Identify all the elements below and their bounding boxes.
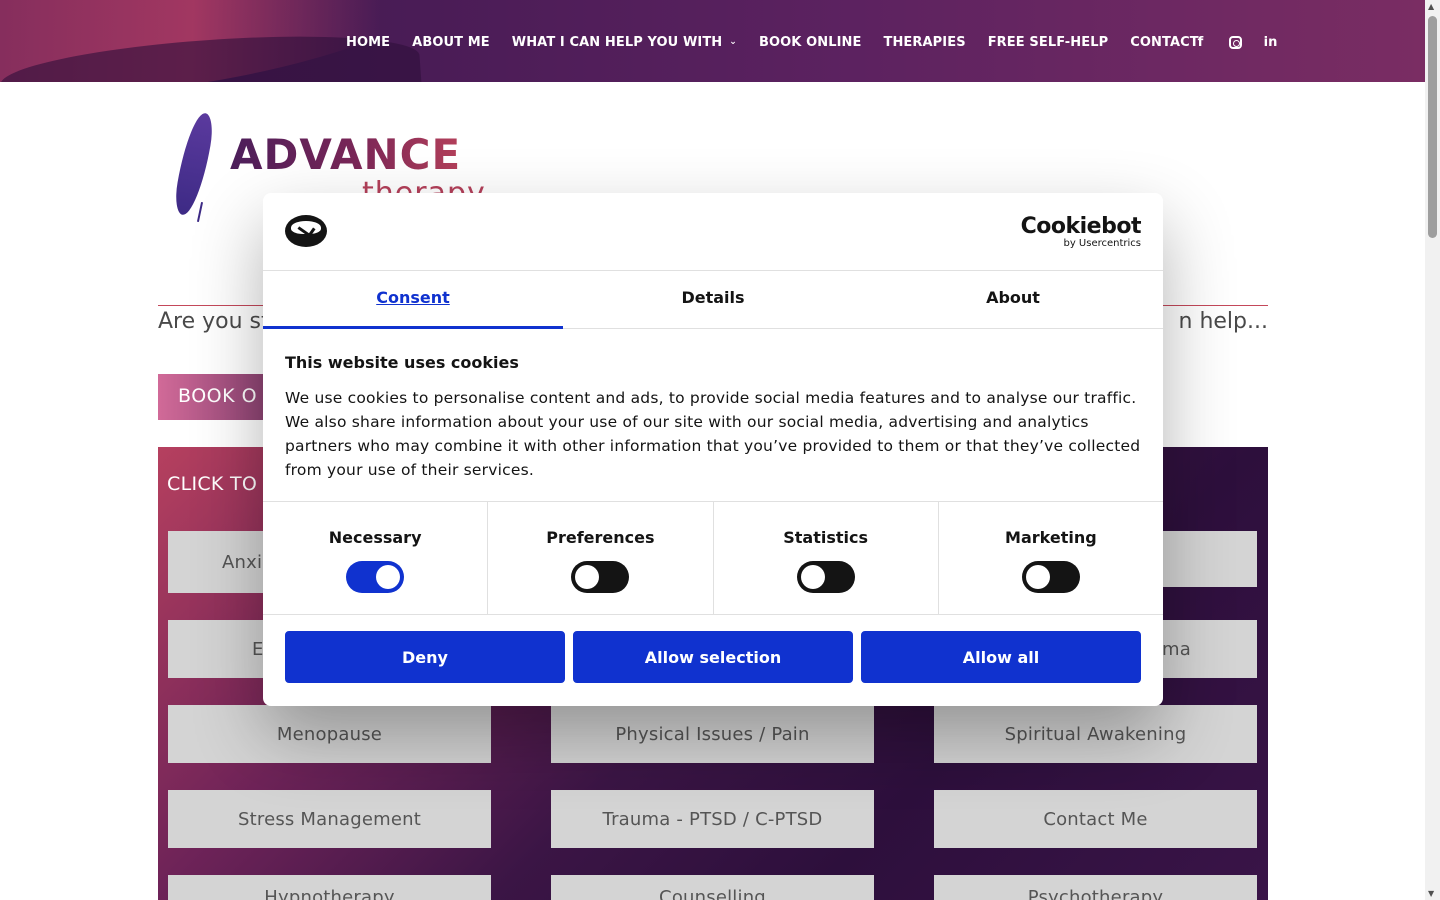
nav-book-online[interactable]: BOOK ONLINE: [759, 33, 862, 51]
nav-about-me[interactable]: ABOUT ME: [412, 33, 490, 51]
topic-label: Counselling: [659, 887, 766, 900]
category-label: Preferences: [546, 528, 655, 547]
top-navigation-bar: HOME ABOUT ME WHAT I CAN HELP YOU WITH ⌄ …: [0, 0, 1425, 82]
allow-selection-button[interactable]: Allow selection: [573, 631, 853, 683]
category-label: Marketing: [1005, 528, 1097, 547]
topic-trauma[interactable]: Trauma - PTSD / C-PTSD: [551, 790, 874, 848]
preferences-toggle[interactable]: [571, 561, 630, 593]
cookiebot-brand: Cookiebot by Usercentrics: [1020, 214, 1142, 249]
linkedin-icon[interactable]: in: [1253, 32, 1288, 52]
instagram-icon[interactable]: [1218, 32, 1253, 52]
cookie-category-toggles: Necessary Preferences Statistics Marketi…: [263, 501, 1163, 615]
cookiebot-logo-icon: [285, 215, 327, 247]
category-label: Necessary: [328, 528, 422, 547]
facebook-icon[interactable]: f: [1183, 32, 1218, 52]
dialog-header: Cookiebot by Usercentrics: [263, 193, 1163, 271]
statistics-toggle[interactable]: [796, 561, 855, 593]
nav-what-i-can-help-with-label: WHAT I CAN HELP YOU WITH: [511, 34, 723, 50]
main-menu: HOME ABOUT ME WHAT I CAN HELP YOU WITH ⌄ …: [346, 33, 1221, 51]
scroll-up-icon[interactable]: ▲: [1428, 2, 1434, 11]
cookiebot-brand-sub: by Usercentrics: [1063, 238, 1141, 249]
category-necessary: Necessary: [263, 502, 489, 614]
cookie-consent-dialog: Cookiebot by Usercentrics Consent Detail…: [263, 193, 1163, 706]
topic-menopause[interactable]: Menopause: [168, 705, 491, 763]
headline-end: n help...: [1178, 309, 1268, 334]
headline-start: Are you st: [158, 309, 270, 334]
topic-label: Psychotherapy: [1027, 887, 1164, 900]
category-label: Statistics: [783, 528, 868, 547]
feather-stem: [196, 202, 204, 222]
nav-home[interactable]: HOME: [346, 33, 390, 51]
toggle-knob: [800, 565, 825, 589]
dialog-body: This website uses cookies We use cookies…: [285, 353, 1141, 482]
topic-button[interactable]: Psychotherapy: [934, 875, 1257, 900]
dialog-description: We use cookies to personalise content an…: [285, 389, 1141, 479]
dialog-title: This website uses cookies: [285, 353, 519, 372]
nav-therapies[interactable]: THERAPIES: [883, 33, 965, 51]
topic-physical-issues[interactable]: Physical Issues / Pain: [551, 705, 874, 763]
topic-button[interactable]: Hypnotherapy: [168, 875, 491, 900]
instagram-glyph: [1229, 35, 1242, 49]
dialog-actions: Deny Allow selection Allow all: [285, 631, 1141, 683]
category-marketing: Marketing: [939, 502, 1163, 614]
panel-title: CLICK TO: [167, 473, 258, 495]
toggle-knob: [575, 565, 600, 589]
category-statistics: Statistics: [714, 502, 939, 614]
page-scrollbar[interactable]: ▲ ▼: [1425, 0, 1440, 900]
nav-what-i-can-help-with[interactable]: WHAT I CAN HELP YOU WITH ⌄: [512, 33, 737, 51]
scroll-down-icon[interactable]: ▼: [1428, 889, 1434, 898]
topic-spiritual-awakening[interactable]: Spiritual Awakening: [934, 705, 1257, 763]
toggle-knob: [376, 565, 401, 589]
marketing-toggle[interactable]: [1021, 561, 1080, 593]
chevron-down-icon: ⌄: [729, 37, 737, 47]
deny-button[interactable]: Deny: [285, 631, 565, 683]
nav-free-self-help[interactable]: FREE SELF-HELP: [988, 33, 1109, 51]
topic-label: Hypnotherapy: [264, 887, 395, 900]
tab-consent[interactable]: Consent: [263, 271, 563, 329]
allow-all-button[interactable]: Allow all: [861, 631, 1141, 683]
dialog-tabs: Consent Details About: [263, 271, 1163, 329]
category-preferences: Preferences: [488, 502, 714, 614]
topic-button[interactable]: Counselling: [551, 875, 874, 900]
cookiebot-brand-name: Cookiebot: [1020, 214, 1142, 239]
toggle-knob: [1025, 565, 1050, 589]
feather-icon: [175, 110, 216, 218]
contact-me-button[interactable]: Contact Me: [934, 790, 1257, 848]
tab-details[interactable]: Details: [563, 271, 863, 328]
tab-about[interactable]: About: [863, 271, 1163, 328]
topic-stress-management[interactable]: Stress Management: [168, 790, 491, 848]
social-links: f in: [1183, 32, 1288, 52]
scrollbar-thumb[interactable]: [1428, 16, 1437, 238]
necessary-toggle[interactable]: [346, 561, 405, 593]
logo-wordmark: ADVANCE: [230, 130, 462, 179]
